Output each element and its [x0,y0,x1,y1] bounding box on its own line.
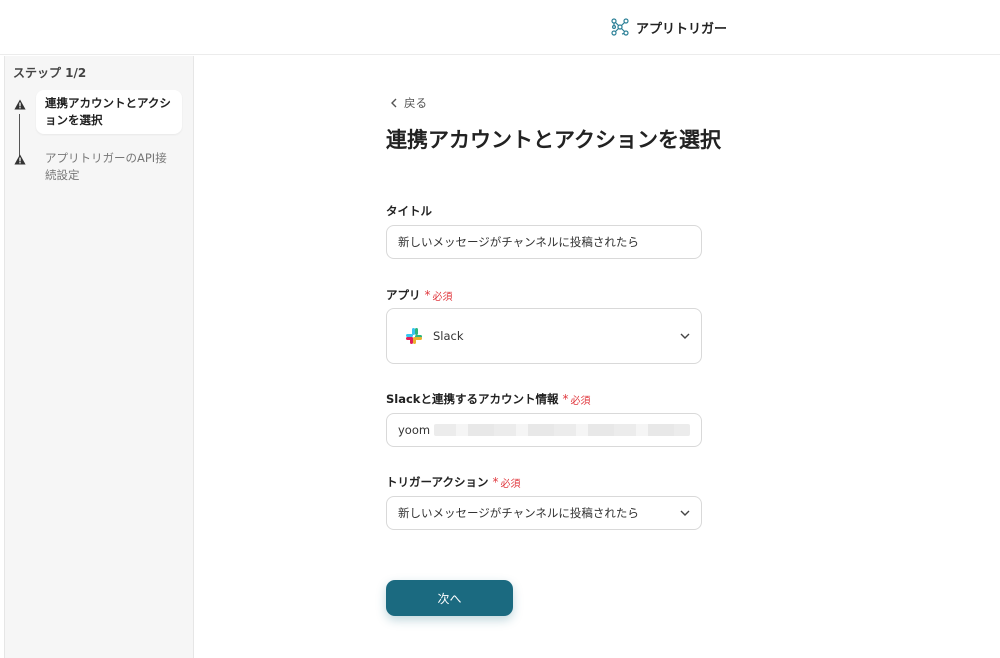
network-nodes-icon [611,18,629,36]
account-value: yoom [398,423,431,437]
app-select[interactable]: Slack [386,308,702,364]
redacted-text [434,424,690,436]
asterisk-icon: * [492,475,499,489]
account-select[interactable]: yoom [386,413,702,447]
sidebar-step-1[interactable]: 連携アカウントとアクションを選択 [36,90,182,134]
page-title: 連携アカウントとアクションを選択 [386,128,721,152]
asterisk-icon: * [562,392,569,406]
title-input[interactable]: 新しいメッセージがチャンネルに投稿されたら [386,225,702,259]
required-badge: * 必須 [424,288,453,303]
app-field-label: アプリ * 必須 [386,288,453,303]
steps-sidebar: ステップ 1/2 連携アカウントとアクションを選択 アプリトリガーのAPI接続設… [4,56,194,658]
app-select-value: Slack [433,329,464,343]
step-count: ステップ 1/2 [13,66,87,80]
required-badge: * 必須 [562,392,591,407]
chevron-down-icon [680,333,690,339]
trigger-action-field-label: トリガーアクション * 必須 [386,475,521,490]
brand-name: アプリトリガー [636,21,728,37]
back-link[interactable]: 戻る [390,95,427,111]
chevron-down-icon [680,510,690,516]
title-field-label: タイトル [386,204,432,218]
trigger-action-select[interactable]: 新しいメッセージがチャンネルに投稿されたら [386,496,702,530]
trigger-action-value: 新しいメッセージがチャンネルに投稿されたら [398,506,639,520]
step-connector [19,114,20,156]
brand: アプリトリガー [610,15,727,39]
sidebar-step-2[interactable]: アプリトリガーのAPI接続設定 [36,145,182,189]
chevron-left-icon [391,98,397,108]
warning-icon [14,99,26,110]
top-bar: アプリトリガー [0,0,1000,55]
next-button[interactable]: 次へ [386,580,513,616]
warning-icon [14,154,26,165]
back-label: 戻る [404,96,427,110]
asterisk-icon: * [424,288,431,302]
account-field-label: Slackと連携するアカウント情報 * 必須 [386,392,591,407]
slack-logo-icon [406,328,422,344]
required-badge: * 必須 [492,475,521,490]
